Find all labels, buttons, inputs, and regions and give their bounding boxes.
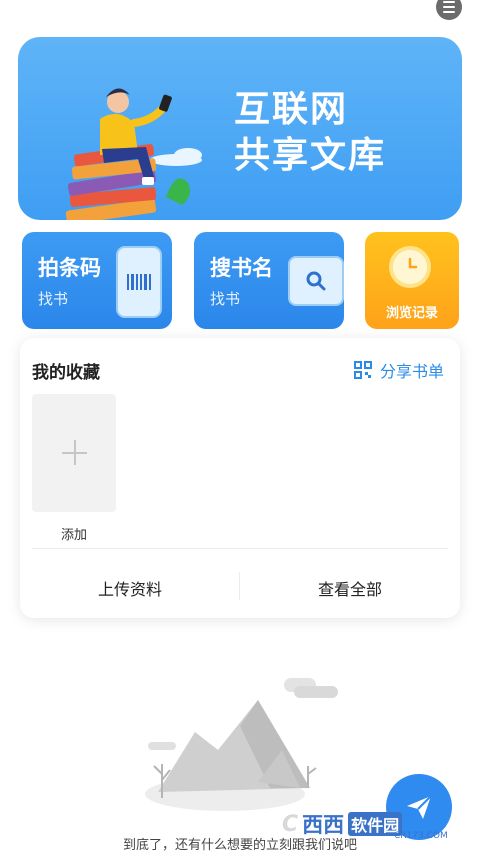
menu-icon[interactable] bbox=[436, 0, 462, 20]
view-all-button[interactable]: 查看全部 bbox=[240, 576, 460, 600]
qr-code-icon bbox=[353, 361, 372, 379]
banner-title-line2: 共享文库 bbox=[234, 135, 387, 176]
favorites-title: 我的收藏 bbox=[32, 363, 100, 383]
search-title-title: 搜书名 bbox=[210, 256, 273, 280]
watermark-name: 西西 bbox=[302, 813, 345, 837]
share-booklist-link[interactable]: 分享书单 bbox=[353, 358, 444, 382]
watermark-sub: CR173.COM bbox=[394, 831, 448, 841]
banner-title-line1: 互联网 bbox=[234, 89, 349, 130]
scan-barcode-subtitle: 找书 bbox=[38, 290, 69, 308]
barcode-icon bbox=[116, 246, 162, 318]
search-title-card[interactable]: 搜书名 找书 bbox=[194, 232, 344, 329]
banner-title: 互联网 共享文库 bbox=[234, 87, 386, 179]
watermark: C 西西 软件园 CR173.COM bbox=[282, 805, 480, 843]
add-favorite-button[interactable] bbox=[32, 394, 116, 512]
hero-banner[interactable]: 互联网 共享文库 bbox=[18, 37, 462, 220]
mountain-illustration bbox=[145, 678, 338, 811]
scan-barcode-card[interactable]: 拍条码 找书 bbox=[22, 232, 172, 329]
favorites-panel: 我的收藏 分享书单 添加 上传资料 查看全部 bbox=[20, 338, 460, 618]
clock-icon bbox=[389, 246, 431, 288]
reading-person-illustration bbox=[65, 88, 202, 220]
watermark-logo: C bbox=[282, 811, 299, 837]
share-booklist-label: 分享书单 bbox=[379, 362, 444, 381]
search-icon bbox=[288, 256, 344, 306]
browse-history-card[interactable]: 浏览记录 bbox=[365, 232, 459, 329]
search-title-subtitle: 找书 bbox=[210, 290, 241, 308]
scan-barcode-title: 拍条码 bbox=[38, 256, 101, 280]
upload-materials-button[interactable]: 上传资料 bbox=[20, 576, 240, 600]
add-favorite-label: 添加 bbox=[60, 528, 87, 543]
divider bbox=[32, 548, 448, 549]
browse-history-label: 浏览记录 bbox=[385, 306, 438, 321]
